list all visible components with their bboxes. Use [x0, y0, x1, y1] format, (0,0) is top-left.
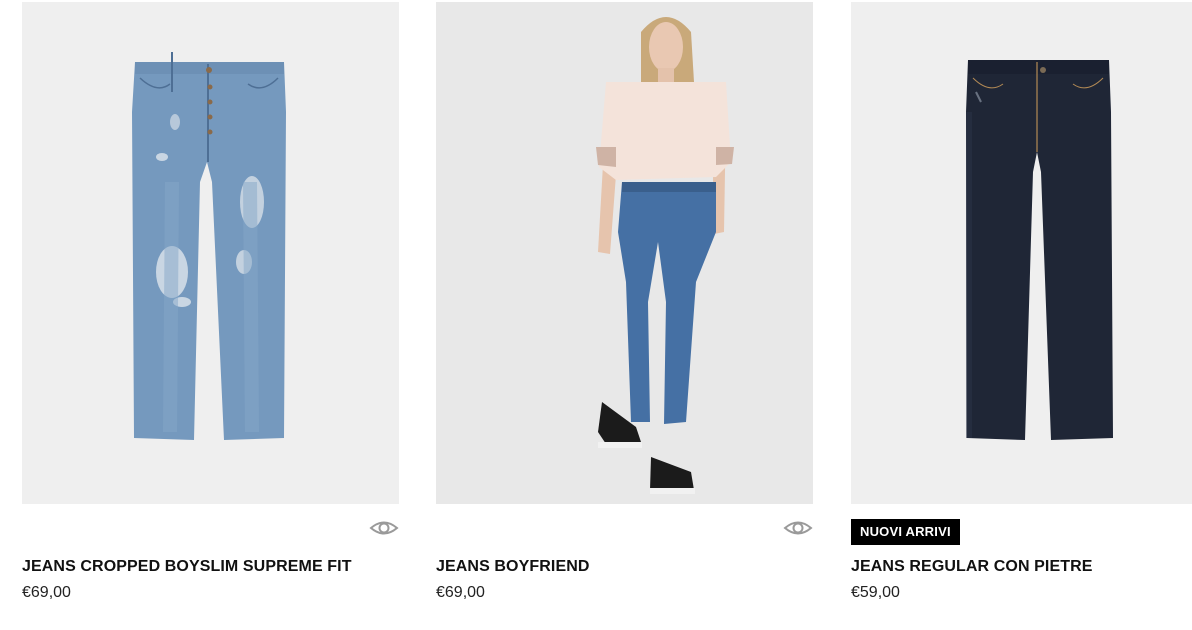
- product-price: €69,00: [436, 584, 485, 601]
- product-title[interactable]: JEANS REGULAR CON PIETRE: [851, 558, 1093, 576]
- product-card[interactable]: NUOVI ARRIVI JEANS REGULAR CON PIETRE €5…: [851, 2, 1192, 612]
- product-image[interactable]: [851, 2, 1192, 504]
- product-image[interactable]: [22, 2, 399, 504]
- product-meta: JEANS CROPPED BOYSLIM SUPREME FIT €69,00: [22, 504, 399, 612]
- product-meta: NUOVI ARRIVI JEANS REGULAR CON PIETRE €5…: [851, 504, 1192, 612]
- product-title[interactable]: JEANS CROPPED BOYSLIM SUPREME FIT: [22, 558, 352, 576]
- product-meta: JEANS BOYFRIEND €69,00: [436, 504, 813, 612]
- product-grid: JEANS CROPPED BOYSLIM SUPREME FIT €69,00: [22, 2, 1192, 622]
- eye-icon[interactable]: [783, 516, 813, 540]
- product-price: €69,00: [22, 584, 71, 601]
- product-card[interactable]: JEANS BOYFRIEND €69,00: [436, 2, 813, 612]
- product-card[interactable]: JEANS CROPPED BOYSLIM SUPREME FIT €69,00: [22, 2, 399, 612]
- eye-icon[interactable]: [369, 516, 399, 540]
- product-title[interactable]: JEANS BOYFRIEND: [436, 558, 590, 576]
- new-arrivals-badge: NUOVI ARRIVI: [851, 519, 960, 545]
- product-price: €59,00: [851, 584, 900, 601]
- product-image[interactable]: [436, 2, 813, 504]
